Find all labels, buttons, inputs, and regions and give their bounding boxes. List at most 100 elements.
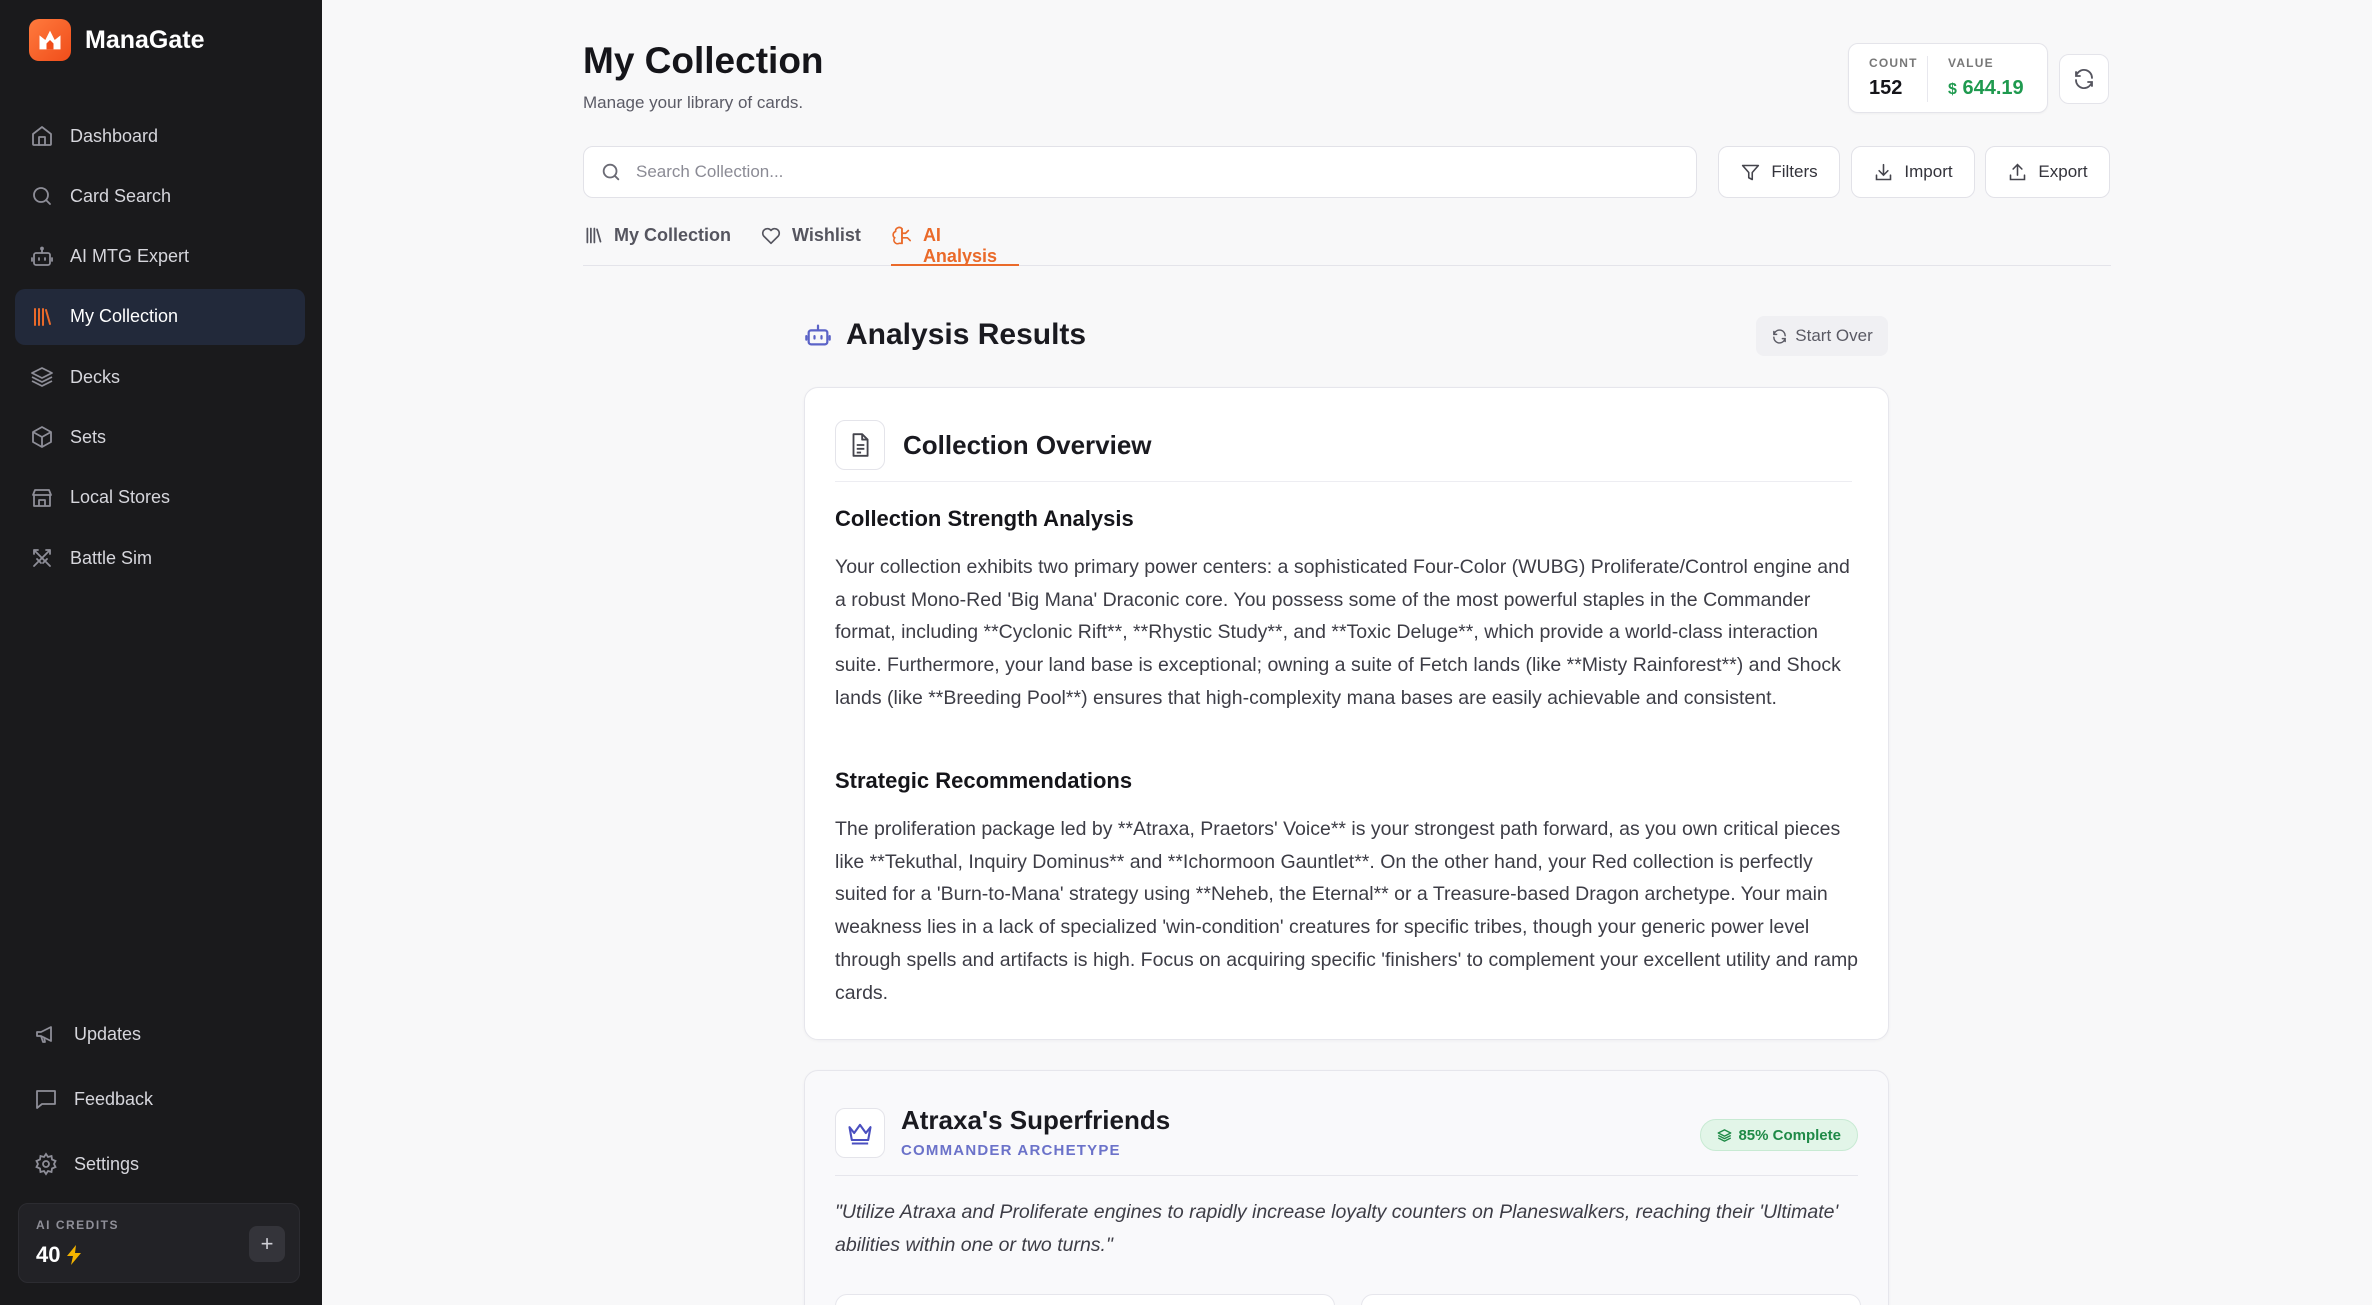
lightning-icon — [67, 1245, 82, 1265]
archetype-detail-card — [835, 1294, 1335, 1305]
sidebar-item-label: Feedback — [74, 1088, 154, 1109]
search-icon — [33, 187, 51, 206]
archetype-title: Atraxa's Superfriends — [901, 1105, 1171, 1135]
layers-icon — [1718, 1128, 1732, 1142]
start-over-button[interactable]: Start Over — [1756, 316, 1888, 356]
managate-logo-icon — [29, 19, 71, 61]
overview-header: Collection Overview — [835, 420, 1852, 482]
archetype-subtitle: COMMANDER ARCHETYPE — [901, 1142, 1121, 1159]
add-credits-button[interactable]: + — [249, 1226, 285, 1262]
brand[interactable]: ManaGate — [29, 19, 204, 61]
sidebar: ManaGate Dashboard Card Search AI MTG Ex… — [0, 0, 322, 1305]
sidebar-item-feedback[interactable]: Feedback — [20, 1069, 310, 1129]
sidebar-item-card-search[interactable]: Card Search — [15, 168, 305, 224]
sidebar-item-decks[interactable]: Decks — [15, 349, 305, 405]
tab-my-collection[interactable]: My Collection — [583, 222, 731, 266]
brain-icon — [892, 226, 912, 245]
refresh-icon — [2075, 68, 2093, 90]
brand-name: ManaGate — [85, 25, 205, 54]
upload-icon — [2010, 163, 2026, 180]
ai-credits-count: 40 — [36, 1242, 61, 1267]
page-subtitle: Manage your library of cards. — [583, 93, 804, 112]
refresh-button[interactable] — [2059, 54, 2109, 104]
sidebar-item-label: Card Search — [70, 185, 172, 206]
search-icon — [602, 163, 620, 181]
filter-icon — [1742, 164, 1760, 180]
sidebar-item-label: Local Stores — [70, 487, 171, 508]
tab-label: Wishlist — [792, 225, 861, 245]
sidebar-item-dashboard[interactable]: Dashboard — [15, 108, 305, 164]
download-icon — [1876, 163, 1892, 180]
completion-badge: 85% Complete — [1700, 1119, 1858, 1151]
overview-title: Collection Overview — [903, 430, 1152, 460]
library-icon — [586, 227, 602, 244]
search-input[interactable] — [636, 162, 1636, 182]
ai-credits-value: 40 — [36, 1242, 82, 1268]
archetype-detail-card — [1361, 1294, 1861, 1305]
sidebar-item-label: Settings — [74, 1153, 140, 1174]
message-icon — [36, 1090, 56, 1109]
gear-icon — [35, 1152, 57, 1176]
refresh-icon — [1773, 328, 1787, 344]
secondary-nav: Updates Feedback Settings — [20, 1004, 310, 1199]
swords-icon — [33, 549, 51, 567]
ai-credits-panel: AI CREDITS 40 + — [18, 1203, 300, 1283]
import-button[interactable]: Import — [1851, 146, 1975, 198]
search-bar — [583, 146, 1697, 198]
library-icon — [34, 307, 51, 326]
robot-icon — [31, 246, 53, 266]
section-body: The proliferation package led by **Atrax… — [835, 818, 1859, 1004]
value-number: 644.19 — [1962, 77, 2024, 99]
heart-icon — [761, 227, 781, 245]
filters-button[interactable]: Filters — [1718, 146, 1840, 198]
sidebar-item-label: Battle Sim — [70, 547, 153, 568]
start-over-label: Start Over — [1795, 326, 1873, 345]
sidebar-item-local-stores[interactable]: Local Stores — [15, 470, 305, 526]
sidebar-item-my-collection[interactable]: My Collection — [15, 288, 305, 345]
ai-credits-label: AI CREDITS — [36, 1218, 120, 1232]
store-icon — [32, 488, 52, 507]
megaphone-icon — [36, 1026, 52, 1043]
sidebar-item-label: Updates — [74, 1023, 142, 1044]
stats-divider — [1927, 56, 1928, 102]
main-nav: Dashboard Card Search AI MTG Expert My C… — [15, 108, 305, 590]
value-amount: $ 644.19 — [1948, 77, 2024, 100]
sidebar-item-sets[interactable]: Sets — [15, 409, 305, 465]
export-label: Export — [2038, 162, 2088, 181]
analysis-title-text: Analysis Results — [846, 318, 1087, 351]
sidebar-item-updates[interactable]: Updates — [20, 1004, 310, 1064]
value-label: VALUE — [1948, 56, 1994, 70]
analysis-title: Analysis Results — [804, 318, 1086, 352]
home-icon — [32, 126, 52, 146]
currency-symbol: $ — [1948, 81, 1957, 98]
completion-label: 85% Complete — [1738, 1126, 1841, 1144]
tab-wishlist[interactable]: Wishlist — [760, 222, 861, 266]
count-label: COUNT — [1869, 56, 1918, 70]
section-heading: Collection Strength Analysis — [835, 506, 1134, 531]
collection-overview-card: Collection Overview Collection Strength … — [804, 387, 1889, 1040]
box-icon — [32, 426, 52, 449]
robot-icon — [805, 324, 831, 346]
sidebar-item-battle-sim[interactable]: Battle Sim — [15, 530, 305, 586]
count-value: 152 — [1869, 77, 1903, 99]
sidebar-item-label: My Collection — [70, 306, 179, 327]
import-label: Import — [1904, 162, 1953, 181]
collection-tabs: My Collection Wishlist AI Analysis — [583, 222, 2111, 266]
archetype-header: Atraxa's Superfriends COMMANDER ARCHETYP… — [835, 1105, 1858, 1176]
archetype-card: Atraxa's Superfriends COMMANDER ARCHETYP… — [804, 1070, 1889, 1305]
tab-ai-analysis[interactable]: AI Analysis — [891, 222, 1019, 266]
section-heading: Strategic Recommendations — [835, 768, 1133, 793]
document-icon — [835, 420, 885, 470]
tab-label: My Collection — [614, 225, 732, 245]
tab-label: AI Analysis — [922, 225, 997, 266]
sidebar-item-ai-mtg-expert[interactable]: AI MTG Expert — [15, 229, 305, 285]
export-button[interactable]: Export — [1985, 146, 2110, 198]
filters-label: Filters — [1771, 162, 1818, 181]
sidebar-item-label: Sets — [70, 426, 107, 447]
layers-icon — [31, 367, 53, 388]
sidebar-item-label: Decks — [70, 366, 121, 387]
archetype-quote: "Utilize Atraxa and Proliferate engines … — [835, 1201, 1839, 1256]
crown-icon — [835, 1108, 885, 1158]
sidebar-item-settings[interactable]: Settings — [20, 1134, 310, 1194]
page-title: My Collection — [583, 40, 824, 81]
